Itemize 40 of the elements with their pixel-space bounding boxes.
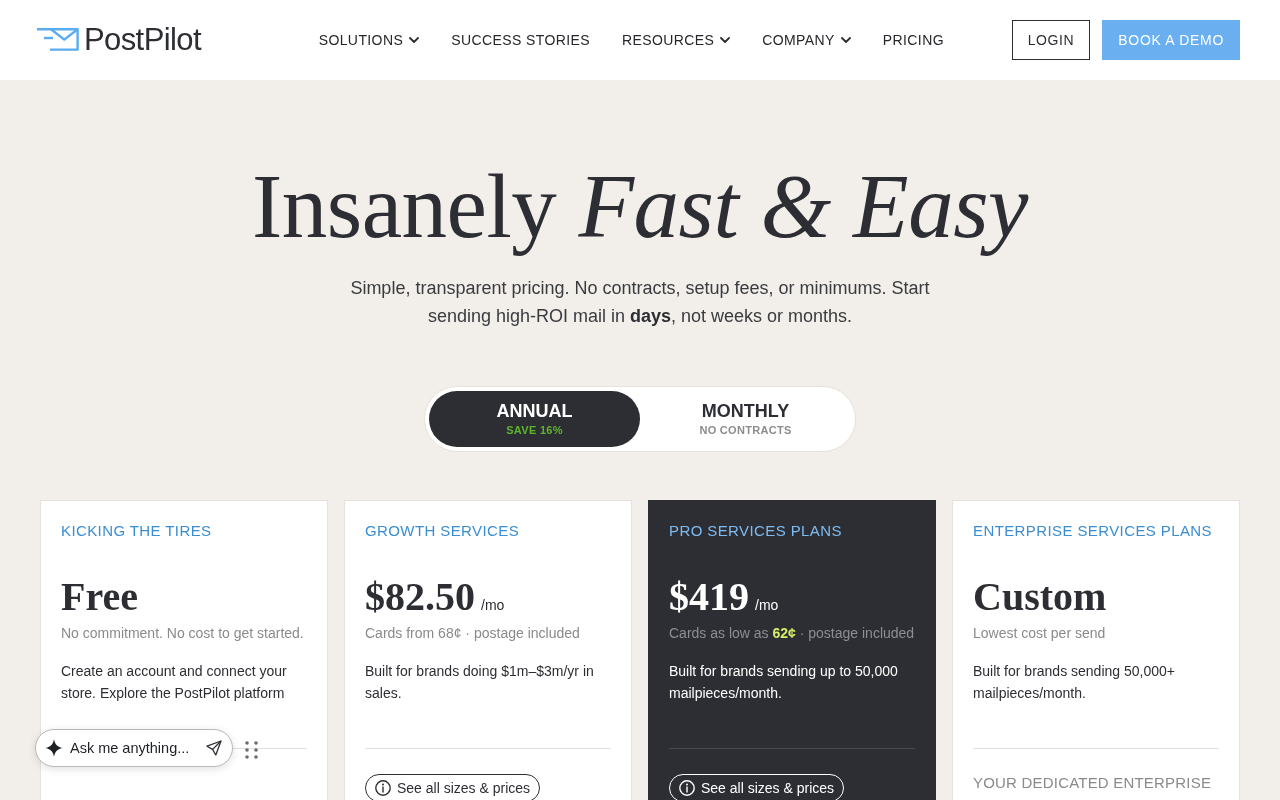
chevron-down-icon bbox=[840, 37, 851, 43]
plan-price: $82.50 bbox=[365, 573, 475, 621]
plan-name: ENTERPRISE SERVICES PLANS bbox=[973, 521, 1213, 541]
plan-note: Cards from 68¢ · postage included bbox=[365, 624, 581, 643]
plan-price: Free bbox=[61, 573, 138, 621]
plan-description: Create an account and connect your store. Explore the PostPilot platform bbox=[61, 662, 288, 703]
plan-name: GROWTH SERVICES bbox=[365, 521, 521, 541]
price-period: /mo bbox=[481, 597, 505, 613]
sparkle-icon bbox=[45, 739, 63, 757]
plan-price: $419 bbox=[669, 573, 749, 621]
nav-link[interactable]: RESOURCES bbox=[621, 31, 731, 49]
login-button[interactable]: LOGIN bbox=[1011, 20, 1091, 60]
chevron-down-icon bbox=[409, 37, 420, 43]
billing-option-tab[interactable]: ANNUAL SAVE 16% bbox=[429, 391, 640, 447]
chat-input-field[interactable]: Ask me anything... bbox=[35, 729, 233, 767]
drag-handle-icon[interactable] bbox=[245, 741, 258, 759]
hero-subtitle: Simple, transparent pricing. No contracts, setup fees, or minimums. Start sending high-ROI mail in days, not weeks or months. bbox=[349, 277, 931, 328]
logo-link[interactable]: PostPilot bbox=[37, 22, 201, 58]
plan-description: Built for brands sending up to 50,000 mailpieces/month. bbox=[669, 662, 899, 703]
plan-description: Built for brands sending 50,000+ mailpieces/month. bbox=[973, 662, 1176, 703]
plan-note: Cards as low as 62¢ · postage included bbox=[669, 624, 915, 643]
plan-note: Lowest cost per send bbox=[973, 624, 1107, 643]
plan-price: Custom bbox=[973, 573, 1107, 621]
billing-option-tab[interactable]: MONTHLY NO CONTRACTS bbox=[640, 391, 851, 447]
plan-note: No commitment. No cost to get started. bbox=[61, 624, 305, 643]
plan-name: KICKING THE TIRES bbox=[61, 521, 213, 541]
plan-name: PRO SERVICES PLANS bbox=[669, 521, 843, 541]
nav-link[interactable]: COMPANY bbox=[762, 31, 851, 49]
plan-description: Built for brands doing $1m–$3m/yr in sales. bbox=[365, 662, 595, 703]
price-period: /mo bbox=[755, 597, 779, 613]
nav-link[interactable]: SUCCESS STORIES bbox=[451, 31, 590, 49]
envelope-icon bbox=[37, 27, 79, 51]
hero-title: Insanely Fast & Easy bbox=[251, 157, 1030, 257]
info-icon bbox=[375, 780, 391, 796]
nav-link[interactable]: PRICING bbox=[882, 31, 944, 49]
nav-link[interactable]: SOLUTIONS bbox=[318, 31, 420, 49]
section-heading: YOUR DEDICATED ENTERPRISE bbox=[973, 773, 1213, 793]
send-icon[interactable] bbox=[206, 740, 222, 756]
info-icon bbox=[679, 780, 695, 796]
chevron-down-icon bbox=[720, 37, 731, 43]
